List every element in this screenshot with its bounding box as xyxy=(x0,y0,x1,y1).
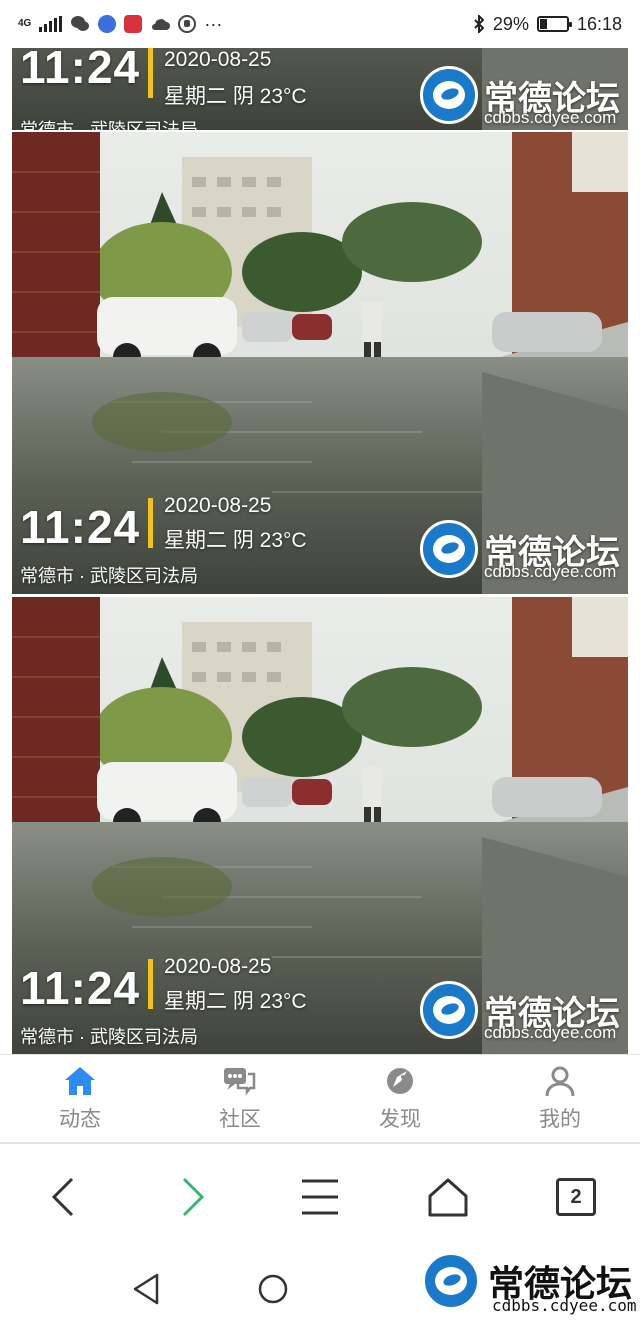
back-arrow-icon xyxy=(51,1177,74,1217)
menu-button[interactable] xyxy=(256,1144,384,1250)
home-button[interactable] xyxy=(384,1144,512,1250)
tab-label: 发现 xyxy=(379,1107,421,1131)
photo-divider xyxy=(148,959,153,1009)
tab-label: 动态 xyxy=(59,1107,101,1131)
tab-me[interactable]: 我的 xyxy=(480,1055,640,1142)
photo-divider xyxy=(148,48,153,98)
status-right: 29% 16:18 xyxy=(473,14,622,35)
photo-location: 常德市 · 武陵区司法局 xyxy=(20,120,198,130)
cdbbs-logo-icon xyxy=(421,1252,480,1310)
photo-logo-url: cdbbs.cdyee.com xyxy=(484,108,617,127)
chat-icon xyxy=(224,1067,256,1096)
page-watermark: 常德论坛 cdbbs.cdyee.com xyxy=(421,1252,636,1315)
cdbbs-logo-icon xyxy=(420,520,478,578)
photo-date: 2020-08-25 xyxy=(164,494,272,517)
photo-watermark: 常德论坛 cdbbs.cdyee.com xyxy=(420,981,620,1042)
user-icon xyxy=(545,1066,575,1096)
photo-location: 常德市 · 武陵区司法局 xyxy=(20,1027,198,1047)
photo-date: 2020-08-25 xyxy=(164,48,272,71)
app-notification-icon xyxy=(124,15,143,33)
tabs-button[interactable]: 2 xyxy=(512,1144,640,1250)
menu-icon xyxy=(302,1179,338,1215)
photo-time: 11:24 xyxy=(20,48,141,93)
system-home-icon[interactable] xyxy=(257,1273,289,1305)
photo-weather: 星期二 阴 23°C xyxy=(164,990,307,1013)
browser-toolbar: 2 xyxy=(0,1144,640,1250)
battery-percent: 29% xyxy=(492,13,529,34)
photo-logo-url: cdbbs.cdyee.com xyxy=(484,1023,617,1042)
wechat-icon xyxy=(71,16,90,31)
bluetooth-icon xyxy=(474,15,485,33)
post-content[interactable]: 11:24 2020-08-25 星期二 阴 23°C 常德市 · 武陵区司法局… xyxy=(0,48,640,1054)
system-back-icon[interactable] xyxy=(131,1272,161,1306)
cdbbs-logo-icon xyxy=(420,981,478,1039)
post-photo[interactable]: 11:24 2020-08-25 星期二 阴 23°C 常德市 · 武陵区司法局… xyxy=(12,597,628,1054)
tab-label: 我的 xyxy=(539,1107,581,1131)
clock: 16:18 xyxy=(576,13,622,34)
rocket-icon xyxy=(387,1067,413,1094)
network-type: 4G xyxy=(18,18,32,29)
hand-icon xyxy=(178,15,197,33)
photo-time: 11:24 xyxy=(20,501,141,553)
photo-logo-url: cdbbs.cdyee.com xyxy=(484,562,617,581)
tab-count: 2 xyxy=(556,1178,596,1216)
forward-button[interactable] xyxy=(128,1144,256,1250)
signal-icon xyxy=(39,16,63,32)
tab-community[interactable]: 社区 xyxy=(160,1055,320,1142)
home-icon xyxy=(65,1066,95,1095)
more-notifications-icon: ··· xyxy=(204,13,223,34)
watermark-url: cdbbs.cdyee.com xyxy=(491,1296,637,1315)
back-button[interactable] xyxy=(0,1144,128,1250)
post-photo[interactable]: 11:24 2020-08-25 星期二 阴 23°C 常德市 · 武陵区司法局… xyxy=(12,48,628,130)
tab-label: 社区 xyxy=(219,1107,261,1131)
cdbbs-logo-icon xyxy=(420,66,478,124)
photo-watermark: 常德论坛 cdbbs.cdyee.com xyxy=(420,520,620,581)
battery-fill xyxy=(539,19,548,29)
tab-discover[interactable]: 发现 xyxy=(320,1055,480,1142)
bottom-tab-bar: 动态 社区 发现 我的 xyxy=(0,1054,640,1142)
post-photo[interactable]: 11:24 2020-08-25 星期二 阴 23°C 常德市 · 武陵区司法局… xyxy=(12,132,628,594)
photo-location: 常德市 · 武陵区司法局 xyxy=(20,566,198,586)
home-outline-icon xyxy=(428,1178,468,1217)
forward-arrow-icon xyxy=(182,1177,205,1217)
cloud-icon xyxy=(152,19,171,30)
photo-weather: 星期二 阴 23°C xyxy=(164,85,307,108)
photo-weather: 星期二 阴 23°C xyxy=(164,529,307,552)
battery-icon xyxy=(536,16,572,32)
photo-divider xyxy=(148,498,153,548)
tab-feed[interactable]: 动态 xyxy=(0,1055,160,1142)
photo-watermark: 常德论坛 cdbbs.cdyee.com xyxy=(420,66,620,127)
photo-time: 11:24 xyxy=(20,962,141,1014)
status-left: 4G ··· xyxy=(18,14,222,35)
music-app-icon xyxy=(98,15,117,33)
status-bar: 4G ··· 29% 16:18 xyxy=(0,0,640,48)
photo-date: 2020-08-25 xyxy=(164,955,272,978)
